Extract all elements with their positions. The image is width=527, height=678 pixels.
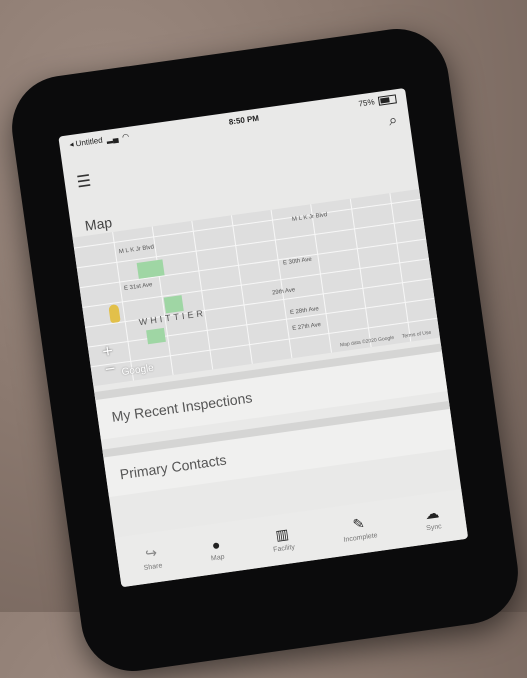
battery-percent: 75% — [357, 96, 376, 109]
map-road — [270, 209, 293, 359]
share-icon: ↪ — [144, 544, 158, 562]
edit-icon: ✎ — [351, 514, 366, 533]
signal-icon: ▂▄ — [105, 132, 119, 144]
building-icon: ▥ — [274, 525, 290, 544]
street-label: E 31st Ave — [123, 282, 153, 292]
street-label: 29th Ave — [271, 287, 296, 297]
map-road — [191, 220, 214, 370]
map-pin-icon: ● — [210, 535, 222, 553]
tab-label: Share — [143, 562, 163, 572]
tab-facility[interactable]: ▥ Facility — [270, 525, 296, 554]
map-road — [76, 218, 424, 269]
map-terms-link[interactable]: Terms of Use — [402, 330, 432, 340]
status-right: 75% — [357, 93, 397, 109]
status-time: 8:50 PM — [228, 113, 260, 127]
tab-label: Map — [210, 553, 225, 563]
map-road — [310, 204, 333, 353]
battery-icon — [377, 93, 397, 106]
street-label: E 27th Ave — [291, 321, 322, 332]
tab-label: Facility — [272, 543, 296, 554]
tab-bar: ↪ Share ● Map ▥ Facility ✎ Incomplete ☁ … — [114, 489, 469, 588]
map-road — [349, 198, 372, 348]
cloud-icon: ☁ — [423, 504, 441, 523]
map-road — [230, 215, 253, 364]
tab-share[interactable]: ↪ Share — [141, 544, 163, 572]
map-park — [146, 327, 166, 345]
map-road — [82, 258, 429, 309]
map-road — [73, 198, 421, 249]
zoom-out-button[interactable]: − — [100, 358, 120, 379]
map-road — [389, 193, 412, 342]
pegman-icon[interactable] — [108, 303, 121, 324]
section-label: Primary Contacts — [118, 451, 228, 483]
tab-incomplete[interactable]: ✎ Incomplete — [340, 513, 378, 544]
google-logo: Google — [120, 362, 155, 379]
map-title: Map — [83, 214, 114, 234]
carrier: ◂ Untitled — [68, 135, 104, 149]
menu-icon[interactable]: ☰ — [75, 171, 93, 193]
status-left: ◂ Untitled ▂▄ ◠ — [69, 131, 130, 148]
search-icon[interactable]: ⌕ — [388, 111, 399, 129]
map-road — [79, 238, 427, 289]
map-attribution: Map data ©2020 Google — [339, 334, 395, 349]
street-label: M L K Jr Blvd — [118, 244, 155, 256]
wifi-icon: ◠ — [121, 131, 130, 142]
phone-screen: ◂ Untitled ▂▄ ◠ 8:50 PM 75% ⌕ ☰ Map M L … — [58, 87, 469, 588]
tab-map[interactable]: ● Map — [208, 535, 225, 562]
tab-label: Sync — [425, 523, 443, 533]
phone: ◂ Untitled ▂▄ ◠ 8:50 PM 75% ⌕ ☰ Map M L … — [5, 22, 525, 678]
street-label: M L K Jr Blvd — [291, 212, 328, 223]
tab-label: Incomplete — [343, 532, 379, 544]
tab-sync[interactable]: ☁ Sync — [423, 504, 442, 532]
section-label: My Recent Inspections — [110, 389, 254, 425]
